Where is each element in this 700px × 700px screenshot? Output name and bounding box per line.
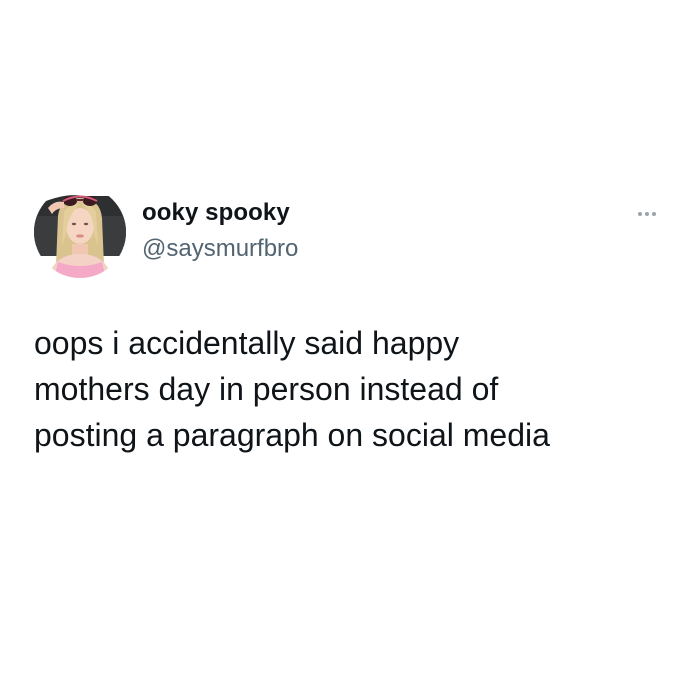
tweet-text-line: oops i accidentally said happy — [34, 325, 460, 361]
avatar[interactable] — [34, 186, 126, 278]
profile-photo-icon — [34, 186, 126, 278]
author-display-name[interactable]: ooky spooky — [142, 199, 290, 227]
tweet-card: ooky spooky @saysmurfbro oops i accident… — [0, 0, 700, 700]
more-horizontal-icon-dot — [645, 212, 649, 216]
more-horizontal-icon — [638, 212, 642, 216]
more-options-button[interactable] — [630, 204, 664, 224]
author-handle[interactable]: @saysmurfbro — [142, 235, 298, 263]
tweet-text-line: posting a paragraph on social media — [34, 417, 550, 453]
tweet-text: oops i accidentally said happy mothers d… — [34, 320, 664, 458]
tweet-text-line: mothers day in person instead of — [34, 371, 499, 407]
more-horizontal-icon-dot — [652, 212, 656, 216]
